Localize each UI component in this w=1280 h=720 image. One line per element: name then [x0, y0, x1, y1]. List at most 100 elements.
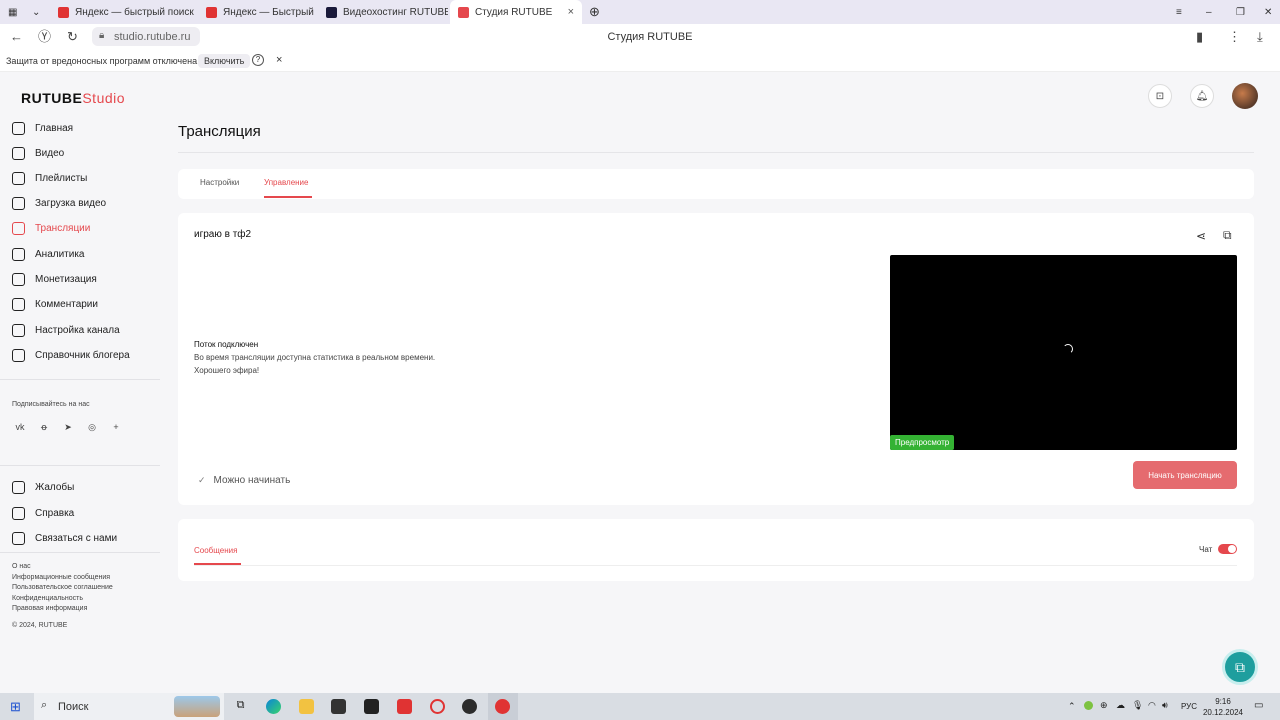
- footer-link-info[interactable]: Информационные сообщения: [12, 574, 110, 581]
- avatar[interactable]: [1232, 83, 1258, 109]
- stream-name: играю в тф2: [194, 229, 252, 240]
- viber-icon[interactable]: ◎: [85, 422, 99, 433]
- sidebar-item-home[interactable]: Главная: [12, 120, 73, 136]
- language-indicator[interactable]: РУС: [1181, 702, 1197, 711]
- sidebar-item-mail[interactable]: Связаться с нами: [12, 530, 117, 546]
- more-social-icon[interactable]: +: [109, 422, 123, 432]
- task-view-icon[interactable]: ⧉: [233, 699, 248, 714]
- sidebar-item-label: Монетизация: [35, 273, 97, 285]
- start-broadcast-button[interactable]: Начать трансляцию: [1133, 461, 1237, 489]
- footer-link-terms[interactable]: Пользовательское соглашение: [12, 584, 113, 591]
- gear-icon: [12, 323, 25, 337]
- external-link-icon[interactable]: ⧉: [1223, 228, 1232, 243]
- tab-settings[interactable]: Настройки: [200, 178, 239, 187]
- sidebar-item-help[interactable]: Справка: [12, 505, 74, 521]
- sidebar-item-monetization[interactable]: Монетизация: [12, 271, 97, 287]
- windows-start-icon[interactable]: ⊞: [10, 699, 21, 715]
- new-tab-button[interactable]: ⊕: [586, 0, 604, 24]
- reload-icon[interactable]: ↻: [67, 30, 78, 44]
- sidebar-item-broadcast[interactable]: Трансляции: [12, 220, 90, 236]
- sidebar-item-info[interactable]: Справочник блогера: [12, 347, 130, 363]
- maximize-icon[interactable]: ❐: [1228, 0, 1246, 24]
- tab-list-icon[interactable]: ▦: [4, 0, 22, 24]
- close-tab-icon[interactable]: ×: [568, 6, 574, 18]
- tray-security-icon[interactable]: ⊕: [1100, 700, 1108, 711]
- footer-link-about[interactable]: О нас: [12, 563, 31, 570]
- help-circle-icon[interactable]: ?: [252, 54, 264, 66]
- menu-icon[interactable]: ≡: [1168, 0, 1186, 24]
- store-icon[interactable]: [331, 699, 346, 714]
- microphone-icon[interactable]: 🎙︎: [1132, 700, 1143, 711]
- minimize-icon[interactable]: –: [1198, 0, 1216, 24]
- stream-status-title: Поток подключен: [194, 340, 259, 349]
- support-chat-button[interactable]: ⧉: [1222, 649, 1258, 685]
- sidebar-item-label: Жалобы: [35, 481, 75, 493]
- footer-link-legal[interactable]: Правовая информация: [12, 605, 87, 612]
- sidebar-item-video[interactable]: Видео: [12, 145, 64, 161]
- sidebar-item-label: Трансляции: [35, 222, 91, 234]
- tab-messages[interactable]: Сообщения: [194, 546, 237, 555]
- analytics-icon: [12, 247, 25, 261]
- sidebar-item-gear[interactable]: Настройка канала: [12, 322, 120, 338]
- browser-tab-3[interactable]: Видеохостинг RUTUBE. С: [318, 0, 448, 24]
- taskbar-search[interactable]: ⌕ Поиск: [34, 693, 224, 720]
- url-field[interactable]: 🔒︎ studio.rutube.ru: [92, 27, 200, 46]
- browser-tab-1[interactable]: Яндекс — быстрый поиск: [50, 0, 195, 24]
- sidebar-item-label: Справочник блогера: [35, 349, 130, 361]
- notification-center-icon[interactable]: ▭: [1254, 700, 1263, 711]
- obs-icon[interactable]: [462, 699, 477, 714]
- cloud-icon[interactable]: ☁: [1116, 700, 1125, 711]
- yandex-home-icon[interactable]: Ⓨ: [38, 30, 51, 44]
- search-icon: ⌕: [41, 699, 48, 711]
- playlist-icon: [12, 171, 25, 185]
- tray-expand-icon[interactable]: ⌃: [1068, 701, 1076, 712]
- sidebar: RUTUBEStudio Главная Видео Плейлисты Загруз…: [0, 73, 160, 693]
- check-icon: ✓: [198, 475, 206, 485]
- ok-icon[interactable]: ꝋ: [37, 422, 51, 433]
- edge-icon[interactable]: [266, 699, 281, 714]
- sidebar-item-comments[interactable]: Комментарии: [12, 296, 98, 312]
- home-icon: [12, 121, 25, 135]
- browser-tab-active[interactable]: Студия RUTUBE ×: [450, 0, 582, 24]
- tray-app-icon[interactable]: [1084, 701, 1093, 710]
- more-icon[interactable]: ⋮: [1228, 30, 1241, 44]
- file-explorer-icon[interactable]: [299, 699, 314, 714]
- yandex-app-icon[interactable]: [397, 699, 412, 714]
- add-content-icon[interactable]: ⊡: [1148, 84, 1172, 108]
- notifications-icon[interactable]: 🔔︎: [1190, 84, 1214, 108]
- preview-player[interactable]: Предпросмотр: [890, 255, 1237, 450]
- sidebar-item-label: Аналитика: [35, 248, 85, 260]
- taskbar-clock[interactable]: 9:16 20.12.2024: [1200, 696, 1246, 718]
- sidebar-item-flag[interactable]: Жалобы: [12, 479, 74, 495]
- browser-tab-2[interactable]: Яндекс — Быстрый поиск: [198, 0, 316, 24]
- sidebar-item-label: Комментарии: [35, 298, 98, 310]
- footer-link-privacy[interactable]: Конфиденциальность: [12, 595, 83, 602]
- opera-icon[interactable]: [430, 699, 445, 714]
- yandex-browser-icon[interactable]: [495, 699, 510, 714]
- enable-protection-button[interactable]: Включить: [198, 54, 251, 68]
- chat-toggle[interactable]: [1218, 544, 1237, 554]
- close-bar-icon[interactable]: ×: [276, 54, 282, 66]
- telegram-icon[interactable]: ➤: [61, 422, 75, 433]
- mail-icon: [12, 531, 25, 545]
- wifi-icon[interactable]: ◠: [1148, 700, 1156, 711]
- flag-icon: [12, 480, 25, 494]
- sidebar-item-playlist[interactable]: Плейлисты: [12, 170, 87, 186]
- download-icon[interactable]: ⤓: [1257, 30, 1263, 44]
- share-icon[interactable]: ⋖: [1196, 229, 1206, 243]
- back-icon[interactable]: ←: [10, 30, 23, 44]
- page-title-text: Студия RUTUBE: [607, 31, 693, 43]
- sidebar-item-label: Настройка канала: [35, 324, 120, 336]
- vk-icon[interactable]: vk: [13, 422, 27, 432]
- page-title: Трансляция: [178, 123, 261, 140]
- sidebar-item-analytics[interactable]: Аналитика: [12, 246, 85, 262]
- mail-app-icon[interactable]: [364, 699, 379, 714]
- sidebar-item-upload[interactable]: Загрузка видео: [12, 195, 106, 211]
- tab-dropdown-icon[interactable]: ⌄: [28, 0, 46, 24]
- sidebar-item-label: Справка: [35, 507, 75, 519]
- rutube-studio-logo[interactable]: RUTUBEStudio: [21, 90, 125, 106]
- close-window-icon[interactable]: ✕: [1256, 0, 1274, 24]
- bookmark-icon[interactable]: ▮: [1196, 30, 1203, 44]
- tab-management[interactable]: Управление: [264, 178, 308, 187]
- volume-icon[interactable]: 🔊︎: [1162, 700, 1168, 711]
